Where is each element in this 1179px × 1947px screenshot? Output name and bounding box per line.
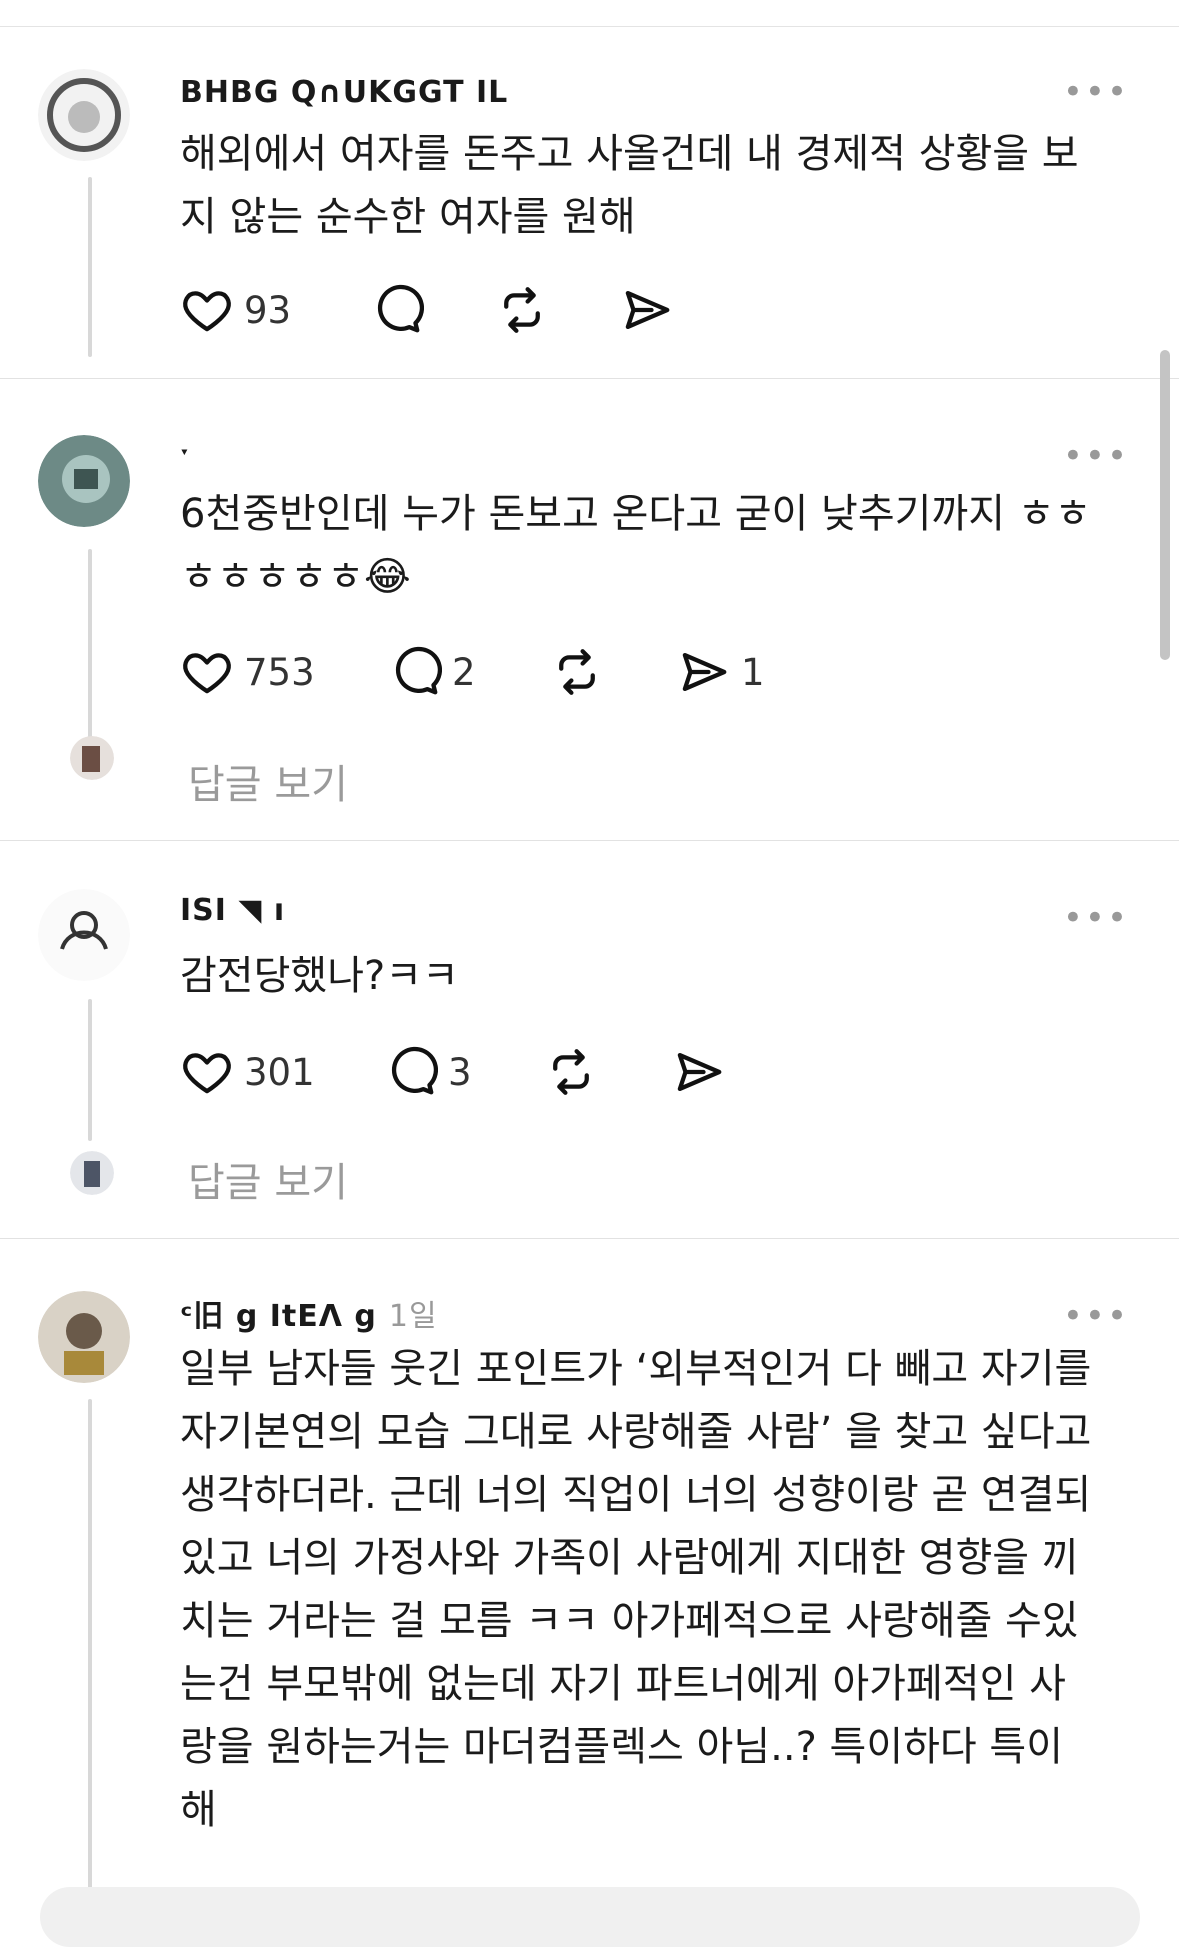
avatar[interactable] [38, 889, 130, 981]
speech-bubble-icon [395, 646, 442, 695]
thread-line [88, 999, 92, 1141]
share-button[interactable]: 1 [677, 642, 765, 702]
reply-avatar [70, 736, 114, 780]
thread-post: ˑ ••• 6천중반인데 누가 돈보고 온다고 굳이 낮추기까지 ㅎㅎ ㅎㅎㅎㅎ… [0, 379, 1179, 841]
thread-post: ISI ◥ ı ••• 감전당했나?ㅋㅋ 301 3 답글 보기 [0, 841, 1179, 1239]
paper-plane-icon [625, 290, 670, 330]
paper-plane-icon [682, 652, 727, 692]
reply-count: 3 [448, 1050, 472, 1094]
repost-button[interactable] [544, 1042, 672, 1102]
reply-button[interactable]: 2 [388, 642, 550, 702]
avatar[interactable] [38, 435, 130, 527]
share-count: 1 [741, 650, 765, 694]
action-bar: 93 [180, 280, 674, 340]
repost-arrows-icon [559, 649, 595, 695]
more-options-icon[interactable]: ••• [1063, 1299, 1129, 1333]
thread-line [88, 177, 92, 357]
action-bar: 753 2 1 [180, 642, 765, 702]
like-count: 93 [244, 288, 292, 332]
thread-line [88, 549, 92, 739]
heart-icon [183, 291, 231, 332]
avatar[interactable] [38, 69, 130, 161]
reply-count: 2 [452, 650, 476, 694]
view-replies-link[interactable]: 답글 보기 [188, 752, 348, 810]
more-options-icon[interactable]: ••• [1063, 439, 1129, 473]
repost-button[interactable] [495, 280, 620, 340]
more-options-icon[interactable]: ••• [1063, 901, 1129, 935]
repost-arrows-icon [504, 287, 540, 333]
thread-post: ᶜ旧 g ItEᐱ g 1일 ••• 일부 남자들 웃긴 포인트가 ‘외부적인거 … [0, 1239, 1179, 1899]
thread-post: BHBG Q∩UKGGT IL ••• 해외에서 여자를 돈주고 사올건데 내 … [0, 27, 1179, 379]
view-replies-link[interactable]: 답글 보기 [188, 1150, 348, 1208]
reply-avatar [70, 1151, 114, 1195]
username[interactable]: ˑ [180, 439, 191, 474]
post-text: 감전당했나?ㅋㅋ [180, 953, 459, 999]
like-button[interactable]: 301 [180, 1042, 384, 1102]
like-button[interactable]: 753 [180, 642, 388, 702]
share-button[interactable] [620, 280, 674, 340]
repost-button[interactable] [550, 642, 677, 702]
heart-icon [183, 1053, 231, 1094]
post-text: 일부 남자들 웃긴 포인트가 ‘외부적인거 다 빼고 자기를 자기본연의 모습 … [180, 1346, 1092, 1833]
bottom-composer-bar[interactable] [40, 1887, 1140, 1947]
like-count: 301 [244, 1050, 315, 1094]
heart-icon [183, 653, 231, 694]
repost-arrows-icon [553, 1049, 589, 1095]
username[interactable]: ISI ◥ ı [180, 893, 285, 928]
post-text: 6천중반인데 누가 돈보고 온다고 굳이 낮추기까지 ㅎㅎ ㅎㅎㅎㅎㅎ😂 [180, 491, 1092, 600]
share-button[interactable] [672, 1042, 726, 1102]
like-button[interactable]: 93 [180, 280, 370, 340]
username-text: ᶜ旧 g ItEᐱ g [180, 1299, 377, 1334]
post-time: 1일 [388, 1299, 438, 1334]
reply-button[interactable] [370, 280, 495, 340]
avatar[interactable] [38, 1291, 130, 1383]
username[interactable]: ᶜ旧 g ItEᐱ g 1일 [180, 1291, 438, 1335]
like-count: 753 [244, 650, 315, 694]
speech-bubble-icon [391, 1046, 438, 1095]
speech-bubble-icon [377, 284, 424, 333]
more-options-icon[interactable]: ••• [1063, 75, 1129, 109]
action-bar: 301 3 [180, 1042, 726, 1102]
thread-line [88, 1399, 92, 1899]
paper-plane-icon [677, 1052, 722, 1092]
post-text: 해외에서 여자를 돈주고 사올건데 내 경제적 상황을 보 지 않는 순수한 여… [180, 131, 1079, 240]
reply-button[interactable]: 3 [384, 1042, 544, 1102]
scrollbar[interactable] [1160, 350, 1170, 660]
username[interactable]: BHBG Q∩UKGGT IL [180, 75, 508, 110]
top-header-strip [0, 0, 1179, 27]
